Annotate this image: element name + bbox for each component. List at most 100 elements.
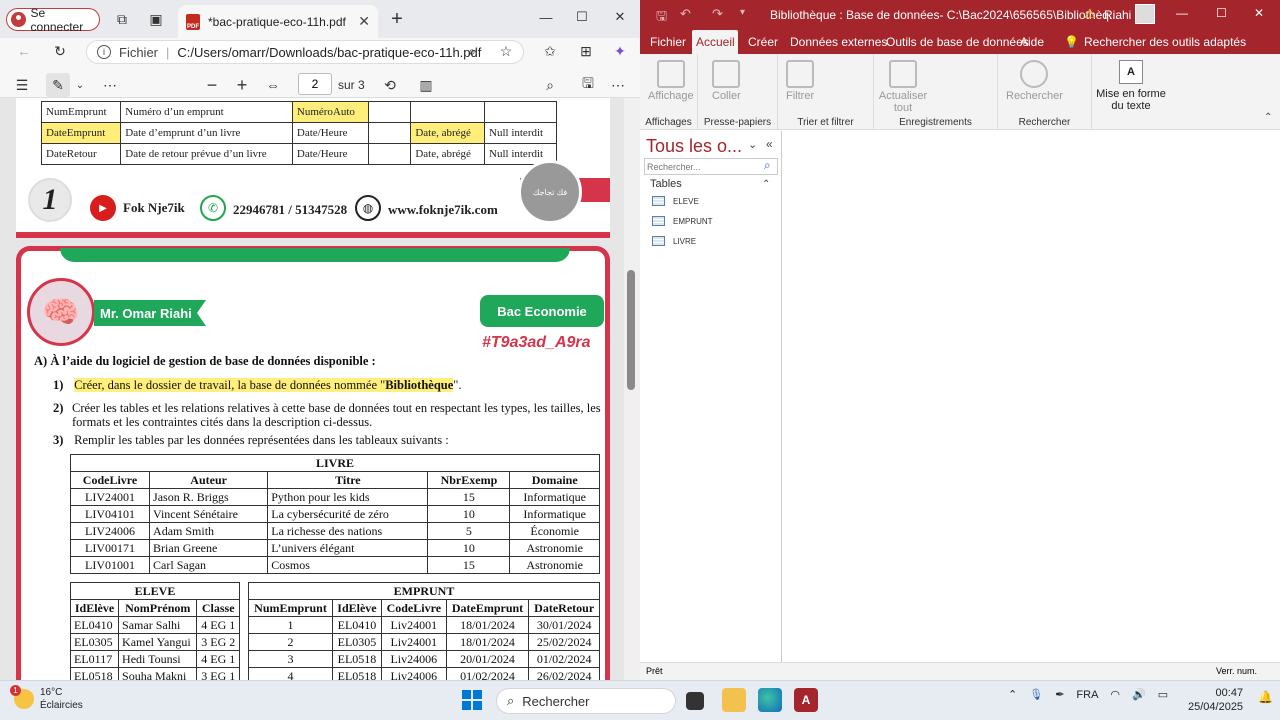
volume-icon[interactable]: 🔊 xyxy=(1132,688,1146,701)
info-icon[interactable]: i xyxy=(97,45,111,59)
zoom-icon[interactable]: ⌕ xyxy=(460,39,484,63)
chevron-down-icon[interactable]: ⌄ xyxy=(68,73,92,97)
tab-pdf[interactable]: PDF *bac-pratique-eco-11h.pdf ✕ xyxy=(178,5,378,38)
tab-actions-icon[interactable]: ▣ xyxy=(144,7,168,31)
fields-table: NumEmprunt Numéro d’un emprunt NuméroAut… xyxy=(40,101,557,165)
tab-creer[interactable]: Créer xyxy=(744,30,782,54)
undo-icon[interactable]: ↶ xyxy=(680,6,691,22)
table-cell: Liv24001 xyxy=(380,616,447,634)
close-window-icon[interactable]: ✕ xyxy=(1254,6,1264,20)
pen-icon[interactable]: ✒ xyxy=(1055,688,1064,701)
table-row: EL0117 Hedi Tounsi 4 EG 1 xyxy=(69,650,240,668)
rotate-icon[interactable]: ⟲ xyxy=(378,73,402,97)
table-cell: Liv24006 xyxy=(380,650,447,668)
redo-icon[interactable]: ↷ xyxy=(712,6,723,22)
access-icon[interactable]: A xyxy=(794,688,818,712)
table-cell: 25/02/2024 xyxy=(528,633,600,651)
tab-outils-bd[interactable]: Outils de base de données xyxy=(882,30,1033,54)
globe-icon: ◍ xyxy=(355,195,381,221)
more-options-icon[interactable]: ⋯ xyxy=(606,73,630,97)
clock[interactable]: 00:47 25/04/2025 xyxy=(1188,686,1243,714)
question-text: Créer, dans le dossier de travail, la ba… xyxy=(74,378,386,392)
back-icon[interactable]: ← xyxy=(12,39,36,63)
weather-widget[interactable]: 1 16°C Éclaircies xyxy=(10,685,83,712)
notifications-icon[interactable]: 🔔 xyxy=(1258,690,1273,704)
close-window-icon[interactable]: ✕ xyxy=(604,4,636,30)
file-explorer-icon[interactable] xyxy=(722,688,746,712)
tab-aide[interactable]: Aide xyxy=(1016,30,1048,54)
zoom-out-icon[interactable]: − xyxy=(200,73,224,97)
minimize-icon[interactable]: — xyxy=(530,4,562,30)
taskbar-search[interactable]: ⌕ Rechercher xyxy=(496,688,676,714)
column-header: CodeLivre xyxy=(69,471,151,489)
table-cell: Astronomie xyxy=(509,539,600,557)
zoom-in-icon[interactable]: + xyxy=(230,73,254,97)
new-tab-icon[interactable]: + xyxy=(385,7,409,31)
table-cell: Date de retour prévue d’un livre xyxy=(120,143,293,165)
wifi-icon[interactable]: ◠ xyxy=(1110,688,1120,701)
nav-menu-icon[interactable]: ⌄ xyxy=(748,138,757,151)
customize-icon[interactable]: ▾ xyxy=(740,7,745,18)
favorites-icon[interactable]: ✩ xyxy=(538,39,562,63)
nav-table-livre[interactable]: LIVRE xyxy=(652,236,696,246)
favorite-star-icon[interactable]: ☆ xyxy=(494,39,518,63)
tab-fichier[interactable]: Fichier xyxy=(646,30,690,54)
whatsapp-icon: ✆ xyxy=(200,195,226,221)
close-tab-icon[interactable]: ✕ xyxy=(358,13,370,30)
contents-icon[interactable]: ☰ xyxy=(10,73,34,97)
search-icon[interactable]: ⌕ xyxy=(538,73,562,97)
tab-donnees-externes[interactable]: Données externes xyxy=(786,30,891,54)
tab-accueil[interactable]: Accueil xyxy=(692,30,738,54)
table-row: LIV24001 Jason R. Briggs Python pour les k… xyxy=(69,488,600,506)
battery-icon[interactable]: ▭ xyxy=(1158,688,1168,701)
fit-page-icon[interactable]: ⇔ xyxy=(261,73,285,97)
table-cell: Liv24006 xyxy=(380,667,447,680)
start-icon[interactable] xyxy=(462,690,482,710)
collections-icon[interactable]: ⊞ xyxy=(574,39,598,63)
save-icon[interactable]: 🖫 xyxy=(656,7,667,29)
table-cell: LIV24001 xyxy=(69,488,151,506)
button-label: Actualiser tout xyxy=(878,90,928,114)
table-cell xyxy=(368,101,412,123)
task-view-icon[interactable] xyxy=(686,692,704,710)
livre-table: LIVRE CodeLivre Auteur Titre NbrExemp Do… xyxy=(69,454,600,574)
pdf-viewport[interactable]: NumEmprunt Numéro d’un emprunt NuméroAut… xyxy=(0,98,624,680)
nav-table-emprunt[interactable]: EMPRUNT xyxy=(652,216,713,226)
minimize-icon[interactable]: — xyxy=(1176,6,1188,20)
collapse-nav-icon[interactable]: « xyxy=(766,137,773,151)
question-2: 2) Créer les tables et les relations rel… xyxy=(53,401,603,429)
nav-search-input[interactable]: Rechercher... xyxy=(644,158,778,175)
more-tools-icon[interactable]: ⋯ xyxy=(98,73,122,97)
maximize-icon[interactable]: ☐ xyxy=(1216,6,1227,20)
chevron-up-icon[interactable]: ⌃ xyxy=(762,179,770,190)
chevron-up-icon[interactable]: ⌃ xyxy=(1008,688,1017,701)
page-view-icon[interactable]: ▥ xyxy=(414,73,438,97)
table-cell: 3 xyxy=(247,650,334,668)
table-cell: Informatique xyxy=(509,488,600,506)
search-icon[interactable]: ⌕ xyxy=(764,158,771,173)
nav-table-eleve[interactable]: ELEVE xyxy=(652,196,699,206)
table-row: EL0410 Samar Salhi 4 EG 1 xyxy=(69,616,240,634)
microphone-icon[interactable]: 🎙 xyxy=(1029,688,1043,701)
edge-icon[interactable] xyxy=(758,688,782,712)
tell-me-search[interactable]: Rechercher des outils adaptés xyxy=(1080,30,1250,54)
mise-en-forme-button[interactable]: A Mise en forme du texte xyxy=(1096,60,1166,112)
signin-button[interactable]: Se connecter xyxy=(6,6,100,34)
collapse-ribbon-icon[interactable]: ⌃ xyxy=(1264,112,1272,123)
table-cell: Date d’emprunt d’un livre xyxy=(120,122,293,144)
refresh-icon[interactable]: ↻ xyxy=(48,39,72,63)
address-bar[interactable]: i Fichier | C:/Users/omarr/Downloads/bac… xyxy=(86,40,524,64)
avatar[interactable] xyxy=(1135,4,1155,24)
maximize-icon[interactable]: ☐ xyxy=(566,4,598,30)
copilot-icon[interactable]: ✦ xyxy=(608,39,632,63)
highlight-icon[interactable]: ✎ xyxy=(46,73,70,97)
save-icon[interactable]: 🖫 xyxy=(576,73,600,97)
language-indicator[interactable]: FRA xyxy=(1076,689,1098,701)
page-number-input[interactable]: 2 xyxy=(298,73,332,95)
table-cell: EL0410 xyxy=(69,616,120,634)
workspaces-icon[interactable]: ⧉ xyxy=(110,7,134,31)
scrollbar-thumb[interactable] xyxy=(627,270,635,390)
nav-pane-title[interactable]: Tous les o... xyxy=(646,136,742,157)
nav-section-tables[interactable]: Tables xyxy=(650,178,682,190)
table-icon xyxy=(652,216,665,226)
